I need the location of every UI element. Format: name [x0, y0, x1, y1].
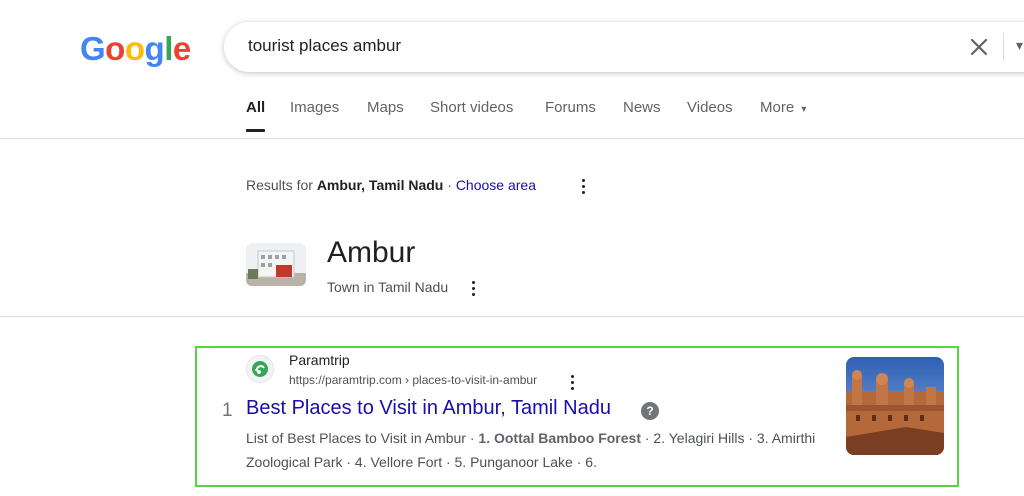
tab-more-label: More [760, 99, 795, 116]
location-separator: · [447, 177, 452, 193]
entity-title: Ambur [327, 236, 416, 269]
chevron-down-icon[interactable]: ▾ [1016, 37, 1023, 54]
tab-maps[interactable]: Maps [367, 99, 404, 116]
caret-down-icon: ▾ [801, 104, 807, 115]
search-box[interactable]: ▾ [224, 22, 1024, 72]
logo-letter: g [144, 30, 165, 67]
help-icon[interactable]: ? [641, 402, 659, 420]
logo-letter: o [105, 30, 125, 67]
result-options-icon[interactable] [571, 375, 575, 393]
logo-letter: e [172, 30, 191, 67]
choose-area-link[interactable]: Choose area [456, 177, 536, 193]
google-logo[interactable]: Google [80, 30, 191, 68]
logo-letter: l [164, 30, 173, 67]
snippet-text: List of Best Places to Visit in Ambur · [246, 430, 479, 446]
logo-letter: o [124, 30, 145, 67]
location-place: Ambur, Tamil Nadu [316, 177, 444, 193]
tab-news[interactable]: News [623, 99, 661, 116]
entity-divider [0, 316, 1024, 317]
tab-more[interactable]: More ▾ [760, 99, 806, 116]
entity-thumbnail[interactable] [246, 243, 306, 286]
entity-options-icon[interactable] [472, 281, 476, 299]
snippet-bold: 1. Oottal Bamboo Forest [478, 430, 641, 446]
tab-videos[interactable]: Videos [687, 99, 733, 116]
header-divider [0, 138, 1024, 139]
result-site-name[interactable]: Paramtrip [289, 352, 350, 368]
close-icon[interactable] [966, 34, 992, 60]
entity-subtitle: Town in Tamil Nadu [327, 279, 449, 295]
more-options-icon[interactable] [582, 179, 586, 197]
location-prefix: Results for [246, 177, 313, 193]
tab-short-videos[interactable]: Short videos [430, 99, 513, 116]
result-url[interactable]: https://paramtrip.com › places-to-visit-… [289, 373, 537, 387]
location-notice: Results for Ambur, Tamil Nadu · Choose a… [246, 177, 536, 193]
result-rank: 1 [222, 400, 233, 421]
site-favicon-icon [246, 355, 274, 383]
tab-active-indicator [246, 129, 265, 132]
result-title-link[interactable]: Best Places to Visit in Ambur, Tamil Nad… [246, 397, 611, 420]
tab-images[interactable]: Images [290, 99, 339, 116]
tab-all[interactable]: All [246, 99, 265, 116]
tab-forums[interactable]: Forums [545, 99, 596, 116]
search-input[interactable] [248, 36, 928, 56]
search-divider [1003, 33, 1004, 61]
logo-letter: G [80, 30, 106, 67]
result-snippet: List of Best Places to Visit in Ambur · … [246, 426, 826, 474]
result-thumbnail[interactable] [846, 357, 944, 455]
